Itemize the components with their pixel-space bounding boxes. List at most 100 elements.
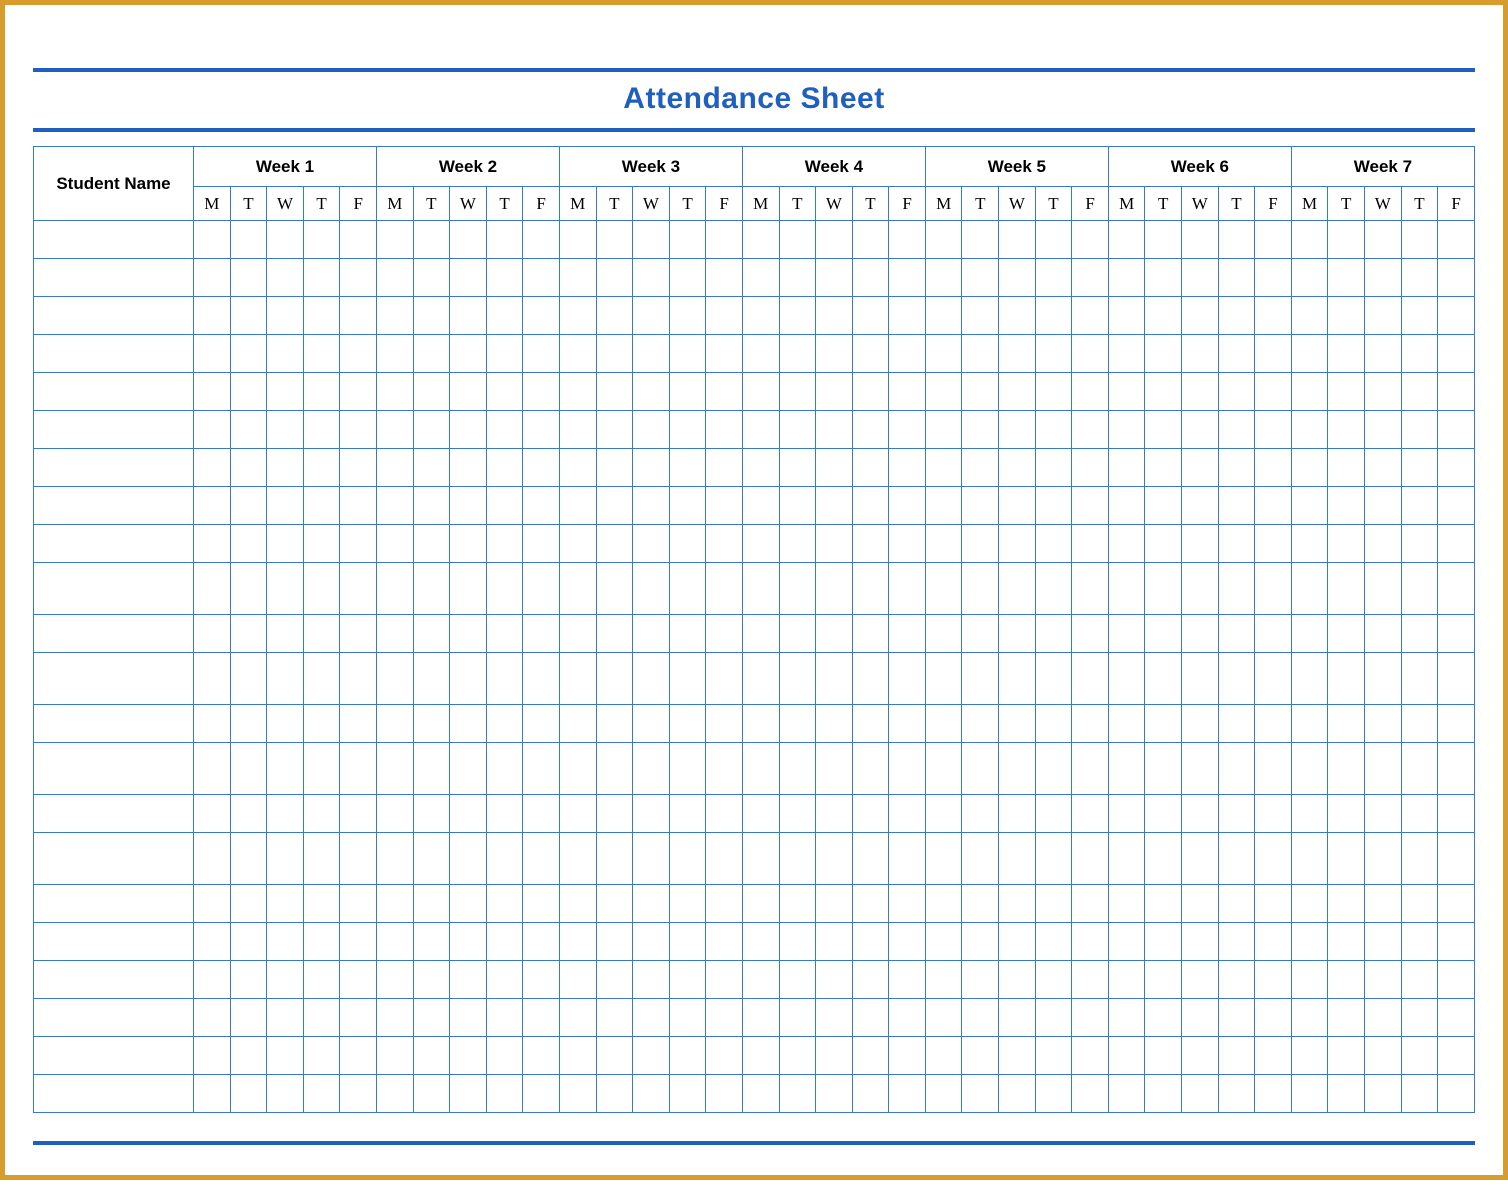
- cell-attendance[interactable]: [1365, 1075, 1402, 1113]
- cell-attendance[interactable]: [999, 1037, 1036, 1075]
- cell-attendance[interactable]: [1072, 563, 1109, 615]
- cell-student-name[interactable]: [34, 961, 194, 999]
- cell-attendance[interactable]: [559, 615, 596, 653]
- cell-attendance[interactable]: [633, 743, 670, 795]
- cell-student-name[interactable]: [34, 1037, 194, 1075]
- cell-attendance[interactable]: [1108, 1037, 1145, 1075]
- cell-attendance[interactable]: [267, 961, 304, 999]
- cell-attendance[interactable]: [1291, 297, 1328, 335]
- cell-attendance[interactable]: [194, 335, 231, 373]
- cell-attendance[interactable]: [450, 795, 487, 833]
- cell-attendance[interactable]: [596, 743, 633, 795]
- cell-attendance[interactable]: [559, 961, 596, 999]
- cell-attendance[interactable]: [230, 833, 267, 885]
- cell-student-name[interactable]: [34, 795, 194, 833]
- cell-attendance[interactable]: [486, 525, 523, 563]
- cell-attendance[interactable]: [1145, 1037, 1182, 1075]
- cell-attendance[interactable]: [523, 525, 560, 563]
- cell-attendance[interactable]: [340, 1037, 377, 1075]
- cell-attendance[interactable]: [230, 961, 267, 999]
- cell-attendance[interactable]: [450, 1075, 487, 1113]
- cell-attendance[interactable]: [559, 999, 596, 1037]
- cell-attendance[interactable]: [1401, 885, 1438, 923]
- cell-attendance[interactable]: [450, 961, 487, 999]
- cell-attendance[interactable]: [816, 961, 853, 999]
- cell-attendance[interactable]: [1401, 563, 1438, 615]
- cell-attendance[interactable]: [1108, 525, 1145, 563]
- cell-attendance[interactable]: [1401, 259, 1438, 297]
- cell-attendance[interactable]: [1035, 795, 1072, 833]
- cell-attendance[interactable]: [1108, 885, 1145, 923]
- cell-attendance[interactable]: [633, 411, 670, 449]
- cell-attendance[interactable]: [1328, 795, 1365, 833]
- cell-attendance[interactable]: [779, 653, 816, 705]
- cell-attendance[interactable]: [230, 259, 267, 297]
- cell-attendance[interactable]: [925, 487, 962, 525]
- cell-attendance[interactable]: [559, 923, 596, 961]
- cell-attendance[interactable]: [1182, 373, 1219, 411]
- cell-attendance[interactable]: [1255, 373, 1292, 411]
- cell-attendance[interactable]: [889, 221, 926, 259]
- cell-attendance[interactable]: [1182, 615, 1219, 653]
- cell-attendance[interactable]: [889, 335, 926, 373]
- cell-attendance[interactable]: [230, 615, 267, 653]
- cell-attendance[interactable]: [889, 961, 926, 999]
- cell-attendance[interactable]: [523, 795, 560, 833]
- cell-attendance[interactable]: [633, 297, 670, 335]
- cell-attendance[interactable]: [1438, 335, 1475, 373]
- cell-attendance[interactable]: [779, 961, 816, 999]
- cell-attendance[interactable]: [999, 449, 1036, 487]
- cell-attendance[interactable]: [340, 615, 377, 653]
- cell-attendance[interactable]: [1035, 1037, 1072, 1075]
- cell-attendance[interactable]: [706, 563, 743, 615]
- cell-attendance[interactable]: [1255, 885, 1292, 923]
- cell-attendance[interactable]: [559, 335, 596, 373]
- cell-attendance[interactable]: [194, 833, 231, 885]
- cell-attendance[interactable]: [486, 833, 523, 885]
- cell-attendance[interactable]: [999, 297, 1036, 335]
- cell-attendance[interactable]: [340, 449, 377, 487]
- cell-attendance[interactable]: [925, 705, 962, 743]
- cell-attendance[interactable]: [1401, 961, 1438, 999]
- cell-attendance[interactable]: [779, 1037, 816, 1075]
- cell-attendance[interactable]: [925, 743, 962, 795]
- cell-attendance[interactable]: [706, 259, 743, 297]
- cell-attendance[interactable]: [779, 1075, 816, 1113]
- cell-attendance[interactable]: [1035, 615, 1072, 653]
- cell-attendance[interactable]: [1438, 411, 1475, 449]
- cell-attendance[interactable]: [376, 449, 413, 487]
- cell-attendance[interactable]: [633, 221, 670, 259]
- cell-attendance[interactable]: [1255, 705, 1292, 743]
- cell-attendance[interactable]: [1145, 923, 1182, 961]
- cell-attendance[interactable]: [1108, 1075, 1145, 1113]
- cell-attendance[interactable]: [1072, 373, 1109, 411]
- cell-attendance[interactable]: [1035, 653, 1072, 705]
- cell-attendance[interactable]: [1328, 487, 1365, 525]
- cell-attendance[interactable]: [816, 297, 853, 335]
- cell-attendance[interactable]: [742, 221, 779, 259]
- cell-attendance[interactable]: [1255, 1075, 1292, 1113]
- cell-attendance[interactable]: [1401, 743, 1438, 795]
- cell-attendance[interactable]: [779, 705, 816, 743]
- cell-attendance[interactable]: [413, 449, 450, 487]
- cell-attendance[interactable]: [1328, 999, 1365, 1037]
- cell-attendance[interactable]: [267, 923, 304, 961]
- cell-attendance[interactable]: [962, 885, 999, 923]
- cell-attendance[interactable]: [1328, 1037, 1365, 1075]
- cell-attendance[interactable]: [376, 795, 413, 833]
- cell-attendance[interactable]: [267, 221, 304, 259]
- cell-attendance[interactable]: [1145, 653, 1182, 705]
- cell-attendance[interactable]: [1218, 1037, 1255, 1075]
- cell-student-name[interactable]: [34, 1075, 194, 1113]
- cell-attendance[interactable]: [486, 961, 523, 999]
- cell-student-name[interactable]: [34, 705, 194, 743]
- cell-attendance[interactable]: [925, 961, 962, 999]
- cell-attendance[interactable]: [669, 653, 706, 705]
- cell-attendance[interactable]: [486, 1037, 523, 1075]
- cell-attendance[interactable]: [852, 653, 889, 705]
- cell-attendance[interactable]: [816, 795, 853, 833]
- cell-attendance[interactable]: [1291, 1037, 1328, 1075]
- cell-attendance[interactable]: [523, 1037, 560, 1075]
- cell-attendance[interactable]: [1145, 373, 1182, 411]
- cell-attendance[interactable]: [999, 653, 1036, 705]
